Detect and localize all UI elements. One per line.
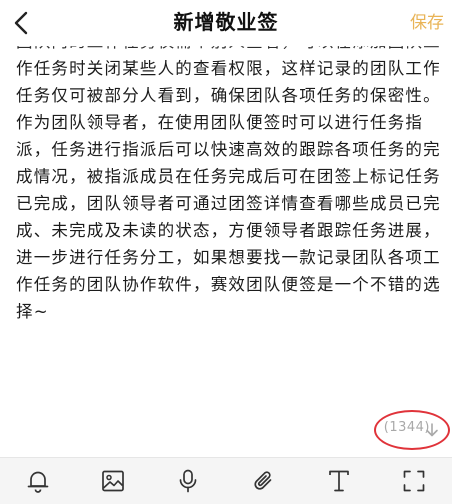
text-format-icon bbox=[329, 470, 349, 492]
page-title: 新增敬业签 bbox=[173, 10, 279, 34]
fullscreen-button[interactable] bbox=[392, 459, 436, 503]
text-format-button[interactable] bbox=[317, 459, 361, 503]
collapse-arrow-icon[interactable] bbox=[424, 422, 440, 438]
attachment-button[interactable] bbox=[242, 459, 286, 503]
nav-bar: 新增敬业签 保存 bbox=[0, 0, 452, 46]
note-content-editor[interactable]: 团队内的工作任务仅需个别人查看，可以在添加团队工作任务时关闭某些人的查看权限，这… bbox=[16, 32, 446, 325]
paperclip-icon bbox=[254, 471, 271, 490]
note-paragraph-2: 作为团队领导者，在使用团队便签时可以进行任务指派，任务进行指派后可以快速高效的跟… bbox=[16, 113, 441, 321]
note-editor-screen: 新增敬业签 保存 团队内的工作任务仅需个别人查看，可以在添加团队工作任务时关闭某… bbox=[0, 0, 452, 504]
bell-icon bbox=[27, 471, 49, 493]
microphone-icon bbox=[179, 469, 197, 493]
insert-image-button[interactable] bbox=[91, 459, 135, 503]
fullscreen-icon bbox=[403, 470, 425, 492]
image-icon bbox=[102, 470, 124, 492]
editor-toolbar bbox=[0, 457, 452, 504]
voice-input-button[interactable] bbox=[166, 459, 210, 503]
save-button[interactable]: 保存 bbox=[410, 8, 444, 38]
reminder-button[interactable] bbox=[16, 459, 60, 503]
